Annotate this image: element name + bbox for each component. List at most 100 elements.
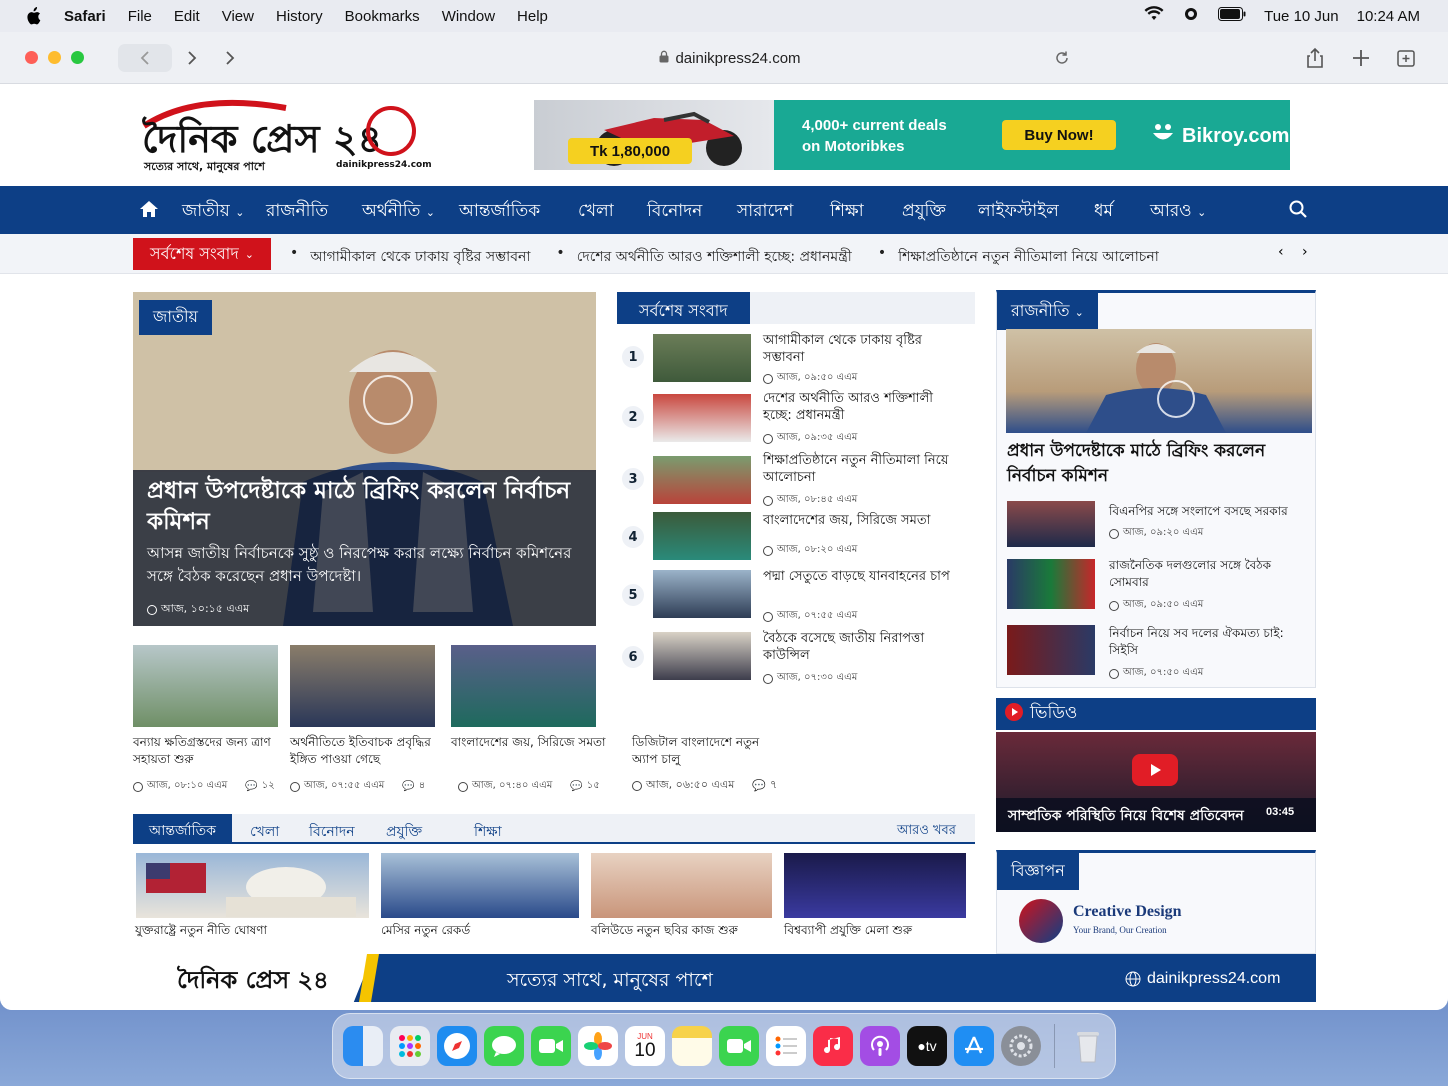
nav-item-education[interactable]: শিক্ষা: [830, 198, 864, 226]
ticker-prev-icon[interactable]: ‹: [1278, 244, 1284, 260]
music-icon[interactable]: [813, 1026, 853, 1066]
nav-item-international[interactable]: আন্তর্জাতিক: [459, 198, 540, 226]
reminders-icon[interactable]: [766, 1026, 806, 1066]
lead-story[interactable]: জাতীয় প্রধান উপদেষ্টাকে মাঠে ব্রিফিং কর…: [133, 292, 596, 626]
politics-heading[interactable]: রাজনীতি ⌄: [997, 293, 1098, 330]
facetime-icon[interactable]: [531, 1026, 571, 1066]
search-icon[interactable]: [1288, 199, 1308, 224]
notes-icon[interactable]: [672, 1026, 712, 1066]
menu-file[interactable]: File: [128, 8, 152, 25]
lead-category-badge[interactable]: জাতীয়: [139, 300, 212, 335]
youtube-play-icon[interactable]: [1132, 754, 1178, 786]
politics-item-title[interactable]: বিএনপির সঙ্গে সংলাপে বসছে সরকার: [1109, 503, 1309, 520]
menu-app-name[interactable]: Safari: [64, 8, 106, 25]
politics-item-image[interactable]: [1007, 501, 1095, 547]
card-image-flood[interactable]: [133, 645, 278, 727]
finder-icon[interactable]: [343, 1026, 383, 1066]
latest-item[interactable]: 6 বৈঠকে বসেছে জাতীয় নিরাপত্তা কাউন্সিল …: [620, 631, 976, 694]
card-title[interactable]: বন্যায় ক্ষতিগ্রস্তদের জন্য ত্রাণ সহায়ত…: [133, 734, 281, 768]
banner-ad[interactable]: Tk 1,80,000 4,000+ current deals on Moto…: [534, 100, 1290, 170]
tab-card-title[interactable]: বলিউডে নতুন ছবির কাজ শুরু: [591, 922, 738, 939]
tab-overview-icon[interactable]: [1396, 47, 1418, 73]
latest-item[interactable]: 3 শিক্ষাপ্রতিষ্ঠানে নতুন নীতিমালা নিয়ে …: [620, 453, 976, 512]
apple-icon[interactable]: [24, 7, 42, 25]
footer-logo-text[interactable]: দৈনিক প্রেস ২৪: [177, 962, 329, 1002]
calendar-icon[interactable]: JUN 10: [625, 1026, 665, 1066]
podcasts-icon[interactable]: [860, 1026, 900, 1066]
latest-item[interactable]: 2 দেশের অর্থনীতি আরও শক্তিশালী হচ্ছে: প্…: [620, 391, 976, 450]
video-header[interactable]: ভিডিও: [996, 698, 1316, 730]
card-title[interactable]: বাংলাদেশের জয়, সিরিজে সমতা: [451, 734, 616, 751]
nav-item-country[interactable]: সারাদেশ: [737, 198, 793, 226]
tab-card-image-sports[interactable]: [381, 853, 579, 918]
focus-icon[interactable]: [1182, 6, 1200, 26]
home-icon[interactable]: [138, 198, 160, 225]
tab-entertainment[interactable]: বিনোদন: [309, 820, 355, 844]
card-image-cricket[interactable]: [451, 645, 596, 727]
more-news-link[interactable]: আরও খবর: [897, 821, 956, 842]
tab-international[interactable]: আন্তর্জাতিক: [133, 814, 232, 842]
tv-icon[interactable]: ● tv: [907, 1026, 947, 1066]
ticker-item[interactable]: দেশের অর্থনীতি আরও শক্তিশালী হচ্ছে: প্রধ…: [577, 245, 852, 269]
system-settings-icon[interactable]: [1001, 1026, 1041, 1066]
politics-item-title[interactable]: নির্বাচন নিয়ে সব দলের ঐকমত্য চাই: সিইসি: [1109, 625, 1309, 659]
launchpad-icon[interactable]: [390, 1026, 430, 1066]
tab-card-image-bollywood[interactable]: [591, 853, 772, 918]
menu-view[interactable]: View: [222, 8, 254, 25]
lead-title[interactable]: প্রধান উপদেষ্টাকে মাঠে ব্রিফিং করলেন নির…: [147, 476, 577, 538]
nav-item-technology[interactable]: প্রযুক্তি: [902, 198, 946, 226]
new-tab-icon[interactable]: [1351, 48, 1371, 72]
tab-card-title[interactable]: বিশ্বব্যাপী প্রযুক্তি মেলা শুরু: [784, 922, 912, 939]
nav-item-national[interactable]: জাতীয় ⌄: [182, 198, 244, 226]
app-store-icon[interactable]: [954, 1026, 994, 1066]
tab-card-image-us[interactable]: [136, 853, 369, 918]
card-title[interactable]: ডিজিটাল বাংলাদেশে নতুন অ্যাপ চালু: [632, 734, 777, 768]
menu-help[interactable]: Help: [517, 8, 548, 25]
close-button[interactable]: [25, 51, 38, 64]
menu-time[interactable]: 10:24 AM: [1357, 8, 1420, 25]
ticker-next-icon[interactable]: ›: [1302, 244, 1308, 260]
share-icon[interactable]: [1305, 47, 1325, 73]
latest-item[interactable]: 4 বাংলাদেশের জয়, সিরিজে সমতা আজ, ০৮:২০ …: [620, 512, 976, 570]
minimize-button[interactable]: [48, 51, 61, 64]
zoom-button[interactable]: [71, 51, 84, 64]
video-thumbnail[interactable]: সাম্প্রতিক পরিস্থিতি নিয়ে বিশেষ প্রতিবে…: [996, 732, 1316, 832]
politics-item-image[interactable]: [1007, 559, 1095, 609]
tab-education[interactable]: শিক্ষা: [474, 820, 502, 844]
tab-card-title[interactable]: যুক্তরাষ্ট্রে নতুন নীতি ঘোষণা: [135, 922, 267, 939]
menu-edit[interactable]: Edit: [174, 8, 200, 25]
menu-history[interactable]: History: [276, 8, 323, 25]
safari-icon[interactable]: [437, 1026, 477, 1066]
latest-item[interactable]: 1 আগামীকাল থেকে ঢাকায় বৃষ্টির সম্ভাবনা …: [620, 332, 976, 388]
latest-item[interactable]: 5 পদ্মা সেতুতে বাড়ছে যানবাহনের চাপ আজ, …: [620, 569, 976, 632]
politics-lead-title[interactable]: প্রধান উপদেষ্টাকে মাঠে ব্রিফিং করলেন নির…: [1007, 439, 1307, 489]
nav-item-politics[interactable]: রাজনীতি: [266, 198, 328, 226]
tab-sports[interactable]: খেলা: [250, 820, 279, 844]
nav-item-entertainment[interactable]: বিনোদন: [647, 198, 702, 226]
ticker-label[interactable]: সর্বশেষ সংবাদ ⌄: [133, 238, 271, 270]
wifi-icon[interactable]: [1144, 6, 1164, 26]
facetime-video-icon[interactable]: [719, 1026, 759, 1066]
politics-item-image[interactable]: [1007, 625, 1095, 675]
forward-button[interactable]: [220, 48, 240, 72]
menu-window[interactable]: Window: [442, 8, 495, 25]
card-title[interactable]: অর্থনীতিতে ইতিবাচক প্রবৃদ্ধির ইঙ্গিত পাও…: [290, 734, 440, 768]
ticker-item[interactable]: শিক্ষাপ্রতিষ্ঠানে নতুন নীতিমালা নিয়ে আল…: [898, 245, 1159, 269]
site-logo[interactable]: দৈনিক প্রেস ২৪ সত্যের সাথে, মানুষের পাশে…: [136, 96, 436, 176]
nav-item-more[interactable]: আরও ⌄: [1150, 198, 1206, 226]
trash-icon[interactable]: [1068, 1026, 1108, 1066]
nav-item-religion[interactable]: ধর্ম: [1094, 198, 1113, 226]
menu-date[interactable]: Tue 10 Jun: [1264, 8, 1339, 25]
ad-brand-name[interactable]: Creative Design: [1073, 903, 1182, 921]
tab-technology[interactable]: প্রযুক্তি: [386, 820, 422, 844]
address-bar[interactable]: dainikpress24.com: [370, 42, 1090, 74]
messages-icon[interactable]: [484, 1026, 524, 1066]
reload-icon[interactable]: [1054, 50, 1070, 70]
menu-bookmarks[interactable]: Bookmarks: [345, 8, 420, 25]
video-title[interactable]: সাম্প্রতিক পরিস্থিতি নিয়ে বিশেষ প্রতিবে…: [1008, 804, 1244, 828]
back-button[interactable]: [182, 48, 202, 72]
card-image-economy[interactable]: [290, 645, 435, 727]
tab-card-image-tech[interactable]: [784, 853, 966, 918]
nav-item-economy[interactable]: অর্থনীতি ⌄: [362, 198, 435, 226]
politics-lead-image[interactable]: [1006, 329, 1312, 433]
